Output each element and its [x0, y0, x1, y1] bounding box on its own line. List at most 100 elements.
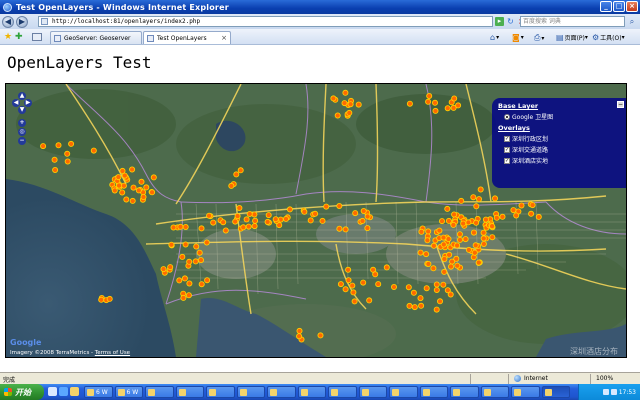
taskbar-window-button[interactable]	[175, 386, 204, 398]
hotel-marker[interactable]	[465, 246, 472, 253]
tools-menu[interactable]: ⚙ 工具(O) ▾	[592, 33, 625, 42]
hotel-marker[interactable]	[135, 187, 142, 194]
zoom-out-icon[interactable]: −	[18, 137, 26, 145]
hotel-marker[interactable]	[425, 98, 432, 105]
hotel-marker[interactable]	[460, 220, 467, 227]
hotel-marker[interactable]	[233, 171, 240, 178]
hotel-marker[interactable]	[499, 213, 506, 220]
hotel-marker[interactable]	[446, 251, 453, 258]
hotel-marker[interactable]	[52, 167, 59, 174]
tab-geoserver[interactable]: GeoServer: Geoserver	[50, 31, 142, 44]
hotel-marker[interactable]	[406, 100, 413, 107]
feeds-button[interactable]: ◙ ▾	[512, 33, 524, 42]
hotel-marker[interactable]	[345, 277, 352, 284]
hotel-marker[interactable]	[228, 182, 235, 189]
hotel-marker[interactable]	[410, 289, 417, 296]
hotel-marker[interactable]	[197, 257, 204, 264]
forward-arrow-icon[interactable]: ▶	[16, 15, 28, 28]
hotel-marker[interactable]	[433, 286, 440, 293]
add-favorite-icon[interactable]: ✚	[15, 32, 23, 42]
google-logo[interactable]: Google	[10, 338, 41, 347]
hotel-marker[interactable]	[236, 205, 243, 212]
hotel-marker[interactable]	[424, 237, 431, 244]
hotel-marker[interactable]	[342, 89, 349, 96]
taskbar-window-button[interactable]	[511, 386, 540, 398]
hotel-marker[interactable]	[444, 105, 451, 112]
hotel-marker[interactable]	[471, 249, 478, 256]
home-button[interactable]: ⌂ ▾	[490, 33, 499, 42]
hotel-marker[interactable]	[182, 241, 189, 248]
overlay-option[interactable]: ✓ 深圳行政区划	[504, 134, 626, 143]
hotel-marker[interactable]	[372, 271, 379, 278]
search-icon[interactable]: ⌕	[627, 17, 637, 26]
taskbar-window-button[interactable]	[450, 386, 479, 398]
hotel-marker[interactable]	[518, 202, 525, 209]
hotel-marker[interactable]	[337, 281, 344, 288]
hotel-marker[interactable]	[115, 174, 122, 181]
hotel-marker[interactable]	[264, 218, 271, 225]
hotel-marker[interactable]	[451, 95, 458, 102]
start-button[interactable]: 开始	[0, 384, 44, 400]
hotel-marker[interactable]	[454, 242, 461, 249]
back-arrow-icon[interactable]: ◀	[2, 15, 14, 28]
hotel-marker[interactable]	[436, 227, 443, 234]
hotel-marker[interactable]	[491, 195, 498, 202]
hotel-marker[interactable]	[138, 178, 145, 185]
print-button[interactable]: ⎙ ▾	[534, 33, 544, 43]
hotel-marker[interactable]	[528, 210, 535, 217]
taskbar-window-button[interactable]	[297, 386, 326, 398]
hotel-marker[interactable]	[307, 217, 314, 224]
security-zone[interactable]: Internet	[514, 375, 548, 382]
folder-quicklaunch-icon[interactable]	[70, 387, 79, 396]
hotel-marker[interactable]	[341, 100, 348, 107]
taskbar-window-button[interactable]: 6 W	[114, 386, 143, 398]
hotel-marker[interactable]	[111, 187, 118, 194]
hotel-marker[interactable]	[475, 196, 482, 203]
hotel-marker[interactable]	[206, 212, 213, 219]
hotel-marker[interactable]	[351, 298, 358, 305]
hotel-marker[interactable]	[493, 214, 500, 221]
hotel-marker[interactable]	[90, 147, 97, 154]
taskbar-window-button[interactable]	[206, 386, 235, 398]
taskbar-window-button[interactable]	[236, 386, 265, 398]
hotel-marker[interactable]	[203, 239, 210, 246]
hotel-marker[interactable]	[98, 296, 105, 303]
hotel-marker[interactable]	[383, 264, 390, 271]
hotel-marker[interactable]	[445, 217, 452, 224]
hotel-marker[interactable]	[458, 197, 465, 204]
hotel-marker[interactable]	[423, 251, 430, 258]
hotel-marker[interactable]	[455, 102, 462, 109]
hotel-marker[interactable]	[129, 197, 136, 204]
hotel-marker[interactable]	[462, 236, 469, 243]
hotel-marker[interactable]	[40, 143, 47, 150]
hotel-marker[interactable]	[296, 333, 303, 340]
hotel-marker[interactable]	[359, 217, 366, 224]
hotel-marker[interactable]	[106, 295, 113, 302]
taskbar-window-button[interactable]	[541, 386, 570, 398]
hotel-marker[interactable]	[149, 189, 156, 196]
close-button[interactable]: ×	[626, 1, 638, 12]
hotel-marker[interactable]	[440, 281, 447, 288]
hotel-marker[interactable]	[436, 298, 443, 305]
hotel-marker[interactable]	[426, 92, 433, 99]
hotel-marker[interactable]	[360, 208, 367, 215]
hotel-marker[interactable]	[196, 249, 203, 256]
url-field[interactable]: http://localhost:81/openlayers/index2.ph…	[38, 16, 493, 27]
search-input[interactable]: 百度搜索 词典	[520, 16, 625, 27]
hotel-marker[interactable]	[130, 184, 137, 191]
hotel-marker[interactable]	[160, 266, 167, 273]
hotel-marker[interactable]	[440, 241, 447, 248]
zoom-level[interactable]: 100%	[596, 375, 613, 382]
hotel-marker[interactable]	[433, 281, 440, 288]
volume-icon[interactable]	[610, 389, 617, 395]
hotel-marker[interactable]	[140, 194, 147, 201]
hotel-marker[interactable]	[237, 167, 244, 174]
hotel-marker[interactable]	[347, 101, 354, 108]
hotel-marker[interactable]	[119, 167, 126, 174]
ie-quicklaunch-icon[interactable]	[59, 387, 68, 396]
hotel-marker[interactable]	[430, 265, 437, 272]
hotel-marker[interactable]	[192, 258, 199, 265]
hotel-marker[interactable]	[232, 218, 239, 225]
hotel-marker[interactable]	[64, 150, 71, 157]
hotel-marker[interactable]	[240, 224, 247, 231]
